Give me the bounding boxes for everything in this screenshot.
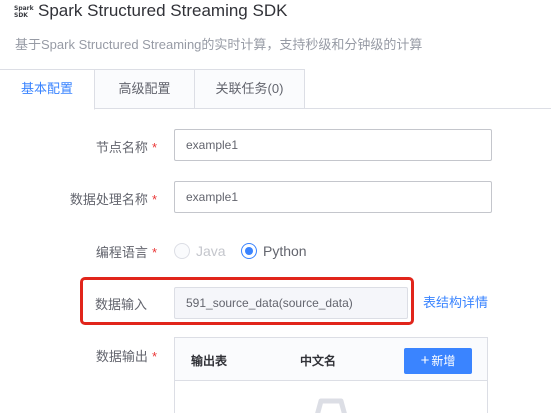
radio-checked-icon bbox=[241, 243, 257, 259]
tab-basic-config[interactable]: 基本配置 bbox=[0, 69, 95, 110]
tab-advanced-config[interactable]: 高级配置 bbox=[95, 69, 195, 109]
page-title: Spark Structured Streaming SDK bbox=[38, 1, 288, 20]
radio-java[interactable]: Java bbox=[174, 240, 226, 262]
column-header-chinese-name: 中文名 bbox=[300, 354, 337, 368]
node-name-label: 节点名称 * bbox=[95, 140, 157, 155]
table-structure-link[interactable]: 表结构详情 bbox=[423, 292, 488, 311]
process-name-input[interactable]: example1 bbox=[174, 181, 492, 213]
tab-related-tasks[interactable]: 关联任务(0) bbox=[195, 69, 305, 109]
highlight-box bbox=[80, 277, 414, 325]
page-header: Spark SDK Spark Structured Streaming SDK… bbox=[0, 0, 551, 60]
language-label: 编程语言 * bbox=[95, 245, 157, 260]
required-mark: * bbox=[151, 349, 157, 364]
radio-python[interactable]: Python bbox=[241, 240, 307, 262]
required-mark: * bbox=[151, 245, 157, 260]
data-output-label: 数据输出 * bbox=[95, 349, 157, 364]
page-subtitle: 基于Spark Structured Streaming的实时计算，支持秒级和分… bbox=[15, 37, 423, 52]
column-header-output-table: 输出表 bbox=[191, 354, 228, 368]
required-mark: * bbox=[151, 140, 157, 155]
table-header: 输出表 中文名 + 新增 bbox=[175, 338, 487, 381]
radio-circle-icon bbox=[174, 243, 190, 259]
plus-icon: + bbox=[420, 352, 430, 369]
config-tabs: 基本配置 高级配置 关联任务(0) bbox=[0, 69, 551, 110]
data-output-table: 输出表 中文名 + 新增 bbox=[174, 337, 488, 413]
required-mark: * bbox=[151, 192, 157, 207]
node-name-input[interactable]: example1 bbox=[174, 129, 492, 161]
add-output-button[interactable]: + 新增 bbox=[404, 348, 472, 374]
empty-box-icon bbox=[315, 398, 347, 413]
spark-sdk-logo: Spark SDK bbox=[14, 5, 34, 19]
process-name-label: 数据处理名称 * bbox=[69, 192, 157, 207]
